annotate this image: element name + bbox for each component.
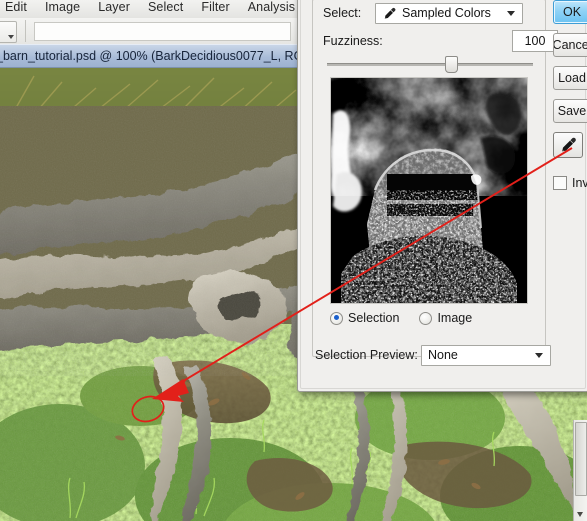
select-row: Select: Sampled Colors [323,2,573,24]
selection-preview-row: Selection Preview: None [315,344,581,366]
save-button[interactable]: Save [553,99,587,123]
radio-dot-image [419,311,433,325]
menu-item-image[interactable]: Image [36,0,89,16]
menu-item-analysis[interactable]: Analysis [239,0,300,16]
menu-bar[interactable]: Edit Image Layer Select Filter Analysis … [0,0,300,19]
fuzziness-label: Fuzziness: [323,34,383,48]
menu-item-filter[interactable]: Filter [192,0,238,16]
scrollbar-thumb[interactable] [575,422,587,496]
menu-bar-items: Edit Image Layer Select Filter Analysis … [0,0,300,16]
fuzziness-input[interactable]: 100 [512,30,558,52]
menu-item-edit[interactable]: Edit [0,0,36,16]
radio-label-image: Image [437,311,473,325]
eyedropper-icon [562,137,576,152]
radio-label-selection: Selection [348,311,400,325]
scroll-down-arrow-icon[interactable] [577,512,583,517]
color-range-dialog: Select: Sampled Colors Fuzziness: 100 Se… [297,0,587,392]
selection-preview-value: None [428,348,458,362]
radio-selection[interactable]: Selection [330,311,399,325]
selection-preview-label: Selection Preview: [315,348,418,362]
cancel-button[interactable]: Cancel [553,33,587,57]
invert-label: Invert [572,176,587,190]
invert-checkbox[interactable] [553,176,567,190]
menu-item-select[interactable]: Select [139,0,192,16]
load-button-label: Load [558,71,586,85]
preview-mode-radios: Selection Image [330,308,530,328]
save-button-label: Save [557,104,587,118]
fuzziness-slider[interactable] [327,56,533,73]
eyedropper-icon [384,7,396,19]
chevron-down-icon [8,35,14,39]
radio-image[interactable]: Image [419,311,472,325]
screen: Edit Image Layer Select Filter Analysis … [0,0,587,521]
document-tab-label: _barn_tutorial.psd @ 100% (BarkDecidious… [0,49,300,63]
toolbar-divider [25,20,26,42]
load-button[interactable]: Load [553,66,587,90]
slider-track [327,63,533,66]
slider-handle[interactable] [445,56,458,73]
invert-checkbox-row[interactable]: Invert [553,176,587,190]
select-label: Select: [323,6,362,20]
canvas-vertical-scrollbar[interactable] [573,420,587,521]
radio-dot-selection [330,311,343,325]
cancel-button-label: Cancel [553,38,587,52]
selection-preview-thumbnail[interactable] [330,77,528,304]
ok-button[interactable]: OK [553,0,587,24]
tool-options-bar [0,18,300,45]
ok-button-label: OK [562,5,582,19]
select-dropdown[interactable]: Sampled Colors [375,2,523,24]
chevron-down-icon [535,352,543,358]
eyedropper-tool-button[interactable] [553,132,583,158]
tool-preset-picker[interactable] [0,21,17,43]
fuzziness-value: 100 [524,34,546,48]
dialog-body: Select: Sampled Colors Fuzziness: 100 Se… [300,0,587,389]
tool-options-field[interactable] [34,22,291,41]
menu-item-layer[interactable]: Layer [89,0,139,16]
fuzziness-row: Fuzziness: 100 [323,30,573,52]
selection-mask-image [331,78,527,303]
chevron-down-icon [507,10,515,16]
document-tab[interactable]: _barn_tutorial.psd @ 100% (BarkDecidious… [0,44,300,68]
dialog-buttons: OK Cancel Load Save [553,0,587,190]
selection-preview-dropdown[interactable]: None [421,344,551,366]
